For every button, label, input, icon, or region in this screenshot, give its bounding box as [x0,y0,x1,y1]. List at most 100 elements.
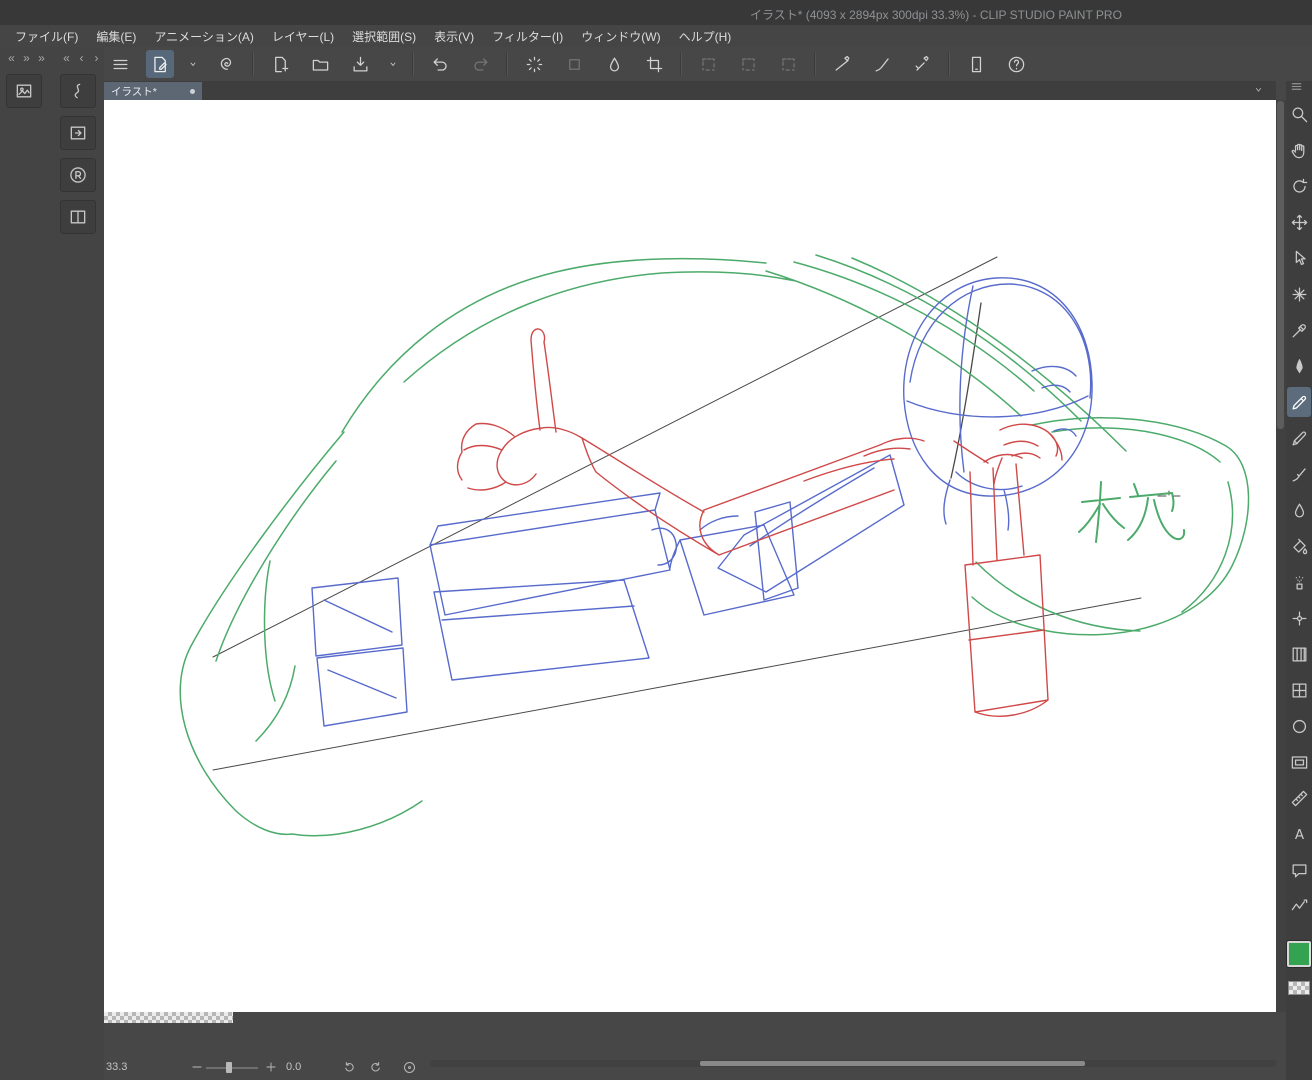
dock-collapse-arrow-5[interactable]: ‹ [74,51,89,65]
menu-item-5[interactable]: 選択範囲(S) [343,25,425,48]
canvas-tab[interactable]: イラスト* [104,82,202,100]
dock-collapse-arrow-1[interactable]: « [4,51,19,65]
main-menu-button[interactable] [106,50,134,78]
hand-tool[interactable] [1287,135,1311,165]
menu-item-9[interactable]: ヘルプ(H) [670,25,741,48]
clip-studio-paint-window: イラスト* (4093 x 2894px 300dpi 33.3%) - CLI… [0,0,1312,1080]
title-bar: イラスト* (4093 x 2894px 300dpi 33.3%) - CLI… [0,0,1312,25]
dock-collapse-arrows: «»» «‹ › [4,51,104,65]
watercolor-tool[interactable] [1287,495,1311,525]
rotate-canvas-tool[interactable] [1287,171,1311,201]
open-clip-studio-button[interactable] [212,50,240,78]
dock-collapse-arrow-3[interactable]: » [34,51,49,65]
line-correct-tool[interactable] [1287,891,1311,921]
tab-list-chevron-icon[interactable] [1252,83,1265,101]
zoom-value[interactable]: 33.3 [106,1061,127,1073]
decoration-tool[interactable] [1287,603,1311,633]
reset-view-button[interactable] [400,1058,418,1076]
balloon-tool[interactable] [1287,855,1311,885]
tab-modified-dot [190,88,195,94]
selection-border-button[interactable] [774,50,802,78]
command-bar-separator [948,53,950,75]
tool-palette-menu-icon[interactable] [1290,80,1303,98]
marker-tool[interactable] [1287,387,1311,417]
vertical-scrollbar-thumb[interactable] [1277,101,1284,429]
window-title: イラスト* (4093 x 2894px 300dpi 33.3%) - CLI… [750,8,1122,22]
undo-button[interactable] [426,50,454,78]
canvas-transparent-edge [104,1012,233,1023]
fill-tool[interactable] [1287,531,1311,561]
subtool-panel-button[interactable] [60,74,96,108]
canvas-tab-bar: イラスト* [104,81,1276,100]
airbrush-tool[interactable] [1287,567,1311,597]
menu-item-2[interactable]: 編集(E) [87,25,145,48]
zoom-out-button[interactable] [188,1058,206,1076]
command-bar-separator [412,53,414,75]
auto-select-tool[interactable] [1287,279,1311,309]
fill-button[interactable] [600,50,628,78]
svg-text:A: A [1294,827,1304,842]
command-bar-separator [252,53,254,75]
transparent-color-swatch[interactable] [1288,981,1310,995]
tool-history-chevron[interactable] [186,50,200,78]
menu-item-6[interactable]: 表示(V) [425,25,483,48]
brush-stroke-button[interactable] [868,50,896,78]
panel-dock-button[interactable] [60,116,96,150]
frame-border-tool[interactable] [1287,747,1311,777]
deselect-button[interactable] [694,50,722,78]
text-tool[interactable]: A [1287,819,1311,849]
split-panel-button[interactable] [60,200,96,234]
menu-item-8[interactable]: ウィンドウ(W) [572,25,669,48]
figure-tool[interactable] [1287,711,1311,741]
dock-collapse-arrow-2[interactable]: » [19,51,34,65]
invert-selection-button[interactable] [734,50,762,78]
object-tool[interactable] [1287,243,1311,273]
rotation-value[interactable]: 0.0 [286,1061,301,1073]
ruler-tool[interactable] [1287,783,1311,813]
quick-access-panel-button[interactable] [6,74,42,108]
eyedropper-tool[interactable] [1287,315,1311,345]
command-bar-separator [814,53,816,75]
main-color-swatch[interactable] [1287,941,1311,967]
redo-button[interactable] [466,50,494,78]
current-tool-button[interactable] [146,50,174,78]
line-correction-button[interactable] [828,50,856,78]
dock-collapse-arrow-6[interactable]: › [89,51,104,65]
snap-grid-button[interactable] [640,50,668,78]
canvas-tab-label: イラスト* [111,85,157,98]
move-layer-tool[interactable] [1287,207,1311,237]
menu-item-1[interactable]: ファイル(F) [6,25,87,48]
menu-item-4[interactable]: レイヤー(L) [263,25,343,48]
open-file-button[interactable] [306,50,334,78]
command-bar-separator [506,53,508,75]
dock-collapse-arrow-4[interactable]: « [59,51,74,65]
snap-special-ruler-button[interactable] [520,50,548,78]
pencil-tool[interactable] [1287,423,1311,453]
menu-item-3[interactable]: アニメーション(A) [145,25,263,48]
export-chevron[interactable] [386,50,400,78]
reset-rotate-panel-button[interactable] [60,158,96,192]
help-button[interactable] [1002,50,1030,78]
drawing-canvas[interactable] [104,100,1276,1012]
gradient-tool[interactable] [1287,639,1311,669]
new-canvas-button[interactable] [266,50,294,78]
horizontal-scrollbar-thumb[interactable] [700,1061,1085,1066]
rotate-right-button[interactable] [366,1058,384,1076]
snap-ruler-button[interactable] [560,50,588,78]
menu-item-7[interactable]: フィルター(I) [483,25,572,48]
command-bar [106,47,1030,81]
companion-mode-button[interactable] [962,50,990,78]
command-bar-separator [680,53,682,75]
zoom-tool[interactable] [1287,99,1311,129]
brush-tool[interactable] [1287,459,1311,489]
zoom-slider-handle[interactable] [226,1062,232,1073]
rotate-left-button[interactable] [340,1058,358,1076]
zoom-in-button[interactable] [262,1058,280,1076]
sketch-drawing [179,254,1250,837]
tone-tool[interactable] [1287,675,1311,705]
pen-tool[interactable] [1287,351,1311,381]
menu-bar: ファイル(F) 編集(E) アニメーション(A) レイヤー(L) 選択範囲(S) 表示(V… [0,25,1312,47]
pencil-stroke-button[interactable] [908,50,936,78]
zoom-slider-track[interactable] [206,1067,258,1069]
export-button[interactable] [346,50,374,78]
